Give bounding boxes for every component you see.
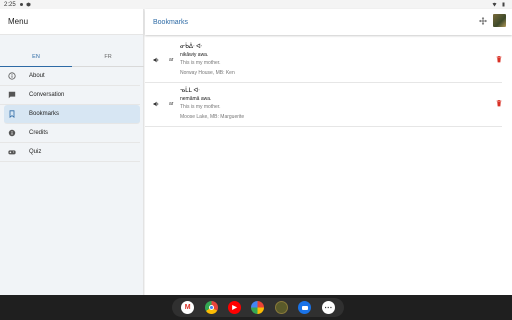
battery-icon xyxy=(502,2,505,7)
sidebar-title: Menu xyxy=(0,9,143,35)
gamepad-icon xyxy=(8,148,16,156)
sidebar: Menu EN FR About Conversation Bookmarks xyxy=(0,9,144,295)
delete-icon[interactable] xyxy=(496,100,502,107)
settings-status-icon xyxy=(19,3,23,6)
sidebar-nav: About Conversation Bookmarks Credits Qui… xyxy=(0,67,144,162)
speaker-icon[interactable] xyxy=(153,57,159,63)
chrome-icon[interactable] xyxy=(204,301,218,314)
bookmark-list: ar ᓂᑳᐄᐧ ᐊᐧ nikâwiy awa. This is my mothe… xyxy=(145,39,512,127)
syllabics-text: ᓀᒫᒪ ᐊᐧ xyxy=(180,88,200,94)
youtube-icon[interactable]: ▶ xyxy=(228,301,242,314)
ipa-label: ar xyxy=(169,101,174,107)
roman-text: nikâwiy awa. xyxy=(180,52,209,58)
roman-text: nemâmâ awa. xyxy=(180,96,212,102)
sidebar-item-conversation[interactable]: Conversation xyxy=(0,86,140,105)
move-icon[interactable] xyxy=(479,16,487,25)
speaker-icon[interactable] xyxy=(153,101,159,107)
language-tabs: EN FR xyxy=(0,51,144,67)
custom-app-icon[interactable] xyxy=(274,301,288,314)
sidebar-item-about[interactable]: About xyxy=(0,67,140,86)
shield-status-icon xyxy=(26,2,31,7)
bookmark-text: ᓀᒫᒪ ᐊᐧ nemâmâ awa. This is my mother. Mo… xyxy=(180,87,244,121)
app-dock: M ▶ ⋯ xyxy=(172,298,344,317)
sidebar-item-label: Conversation xyxy=(29,92,65,98)
main-panel: Bookmarks ar ᓂᑳᐄᐧ ᐊᐧ nikâwiy awa. This i… xyxy=(145,9,512,295)
status-time: 2:25 xyxy=(4,1,16,8)
sidebar-item-label: Credits xyxy=(29,130,49,136)
bookmark-icon xyxy=(8,110,16,118)
avatar[interactable] xyxy=(493,14,506,27)
chat-icon xyxy=(8,91,16,99)
app-drawer-icon[interactable]: ⋯ xyxy=(321,301,335,314)
sidebar-item-credits[interactable]: Credits xyxy=(0,124,140,143)
tab-en[interactable]: EN xyxy=(0,51,72,67)
wifi-icon xyxy=(492,2,497,7)
gmail-icon[interactable]: M xyxy=(181,301,195,314)
status-bar: 2:25 xyxy=(0,0,512,9)
english-text: This is my mother. xyxy=(180,60,221,66)
bookmark-text: ᓂᑳᐄᐧ ᐊᐧ nikâwiy awa. This is my mother. … xyxy=(180,43,235,77)
sidebar-item-label: Bookmarks xyxy=(29,111,60,117)
list-item: ar ᓂᑳᐄᐧ ᐊᐧ nikâwiy awa. This is my mothe… xyxy=(145,39,502,83)
sidebar-item-quiz[interactable]: Quiz xyxy=(0,143,140,162)
speaker-place: Norway House, MB: Ken xyxy=(180,70,235,76)
list-item: ar ᓀᒫᒪ ᐊᐧ nemâmâ awa. This is my mother.… xyxy=(145,83,502,127)
info-outline-icon xyxy=(8,72,16,80)
messages-icon[interactable] xyxy=(298,301,312,314)
photos-icon[interactable] xyxy=(251,301,265,314)
sidebar-item-label: About xyxy=(29,73,45,79)
english-text: This is my mother. xyxy=(180,104,221,110)
sidebar-item-bookmarks[interactable]: Bookmarks xyxy=(4,105,140,124)
speaker-place: Moose Lake, MB: Marguerite xyxy=(180,114,245,120)
delete-icon[interactable] xyxy=(496,56,502,63)
sidebar-item-label: Quiz xyxy=(29,149,42,155)
ipa-label: ar xyxy=(169,57,174,63)
info-filled-icon xyxy=(8,129,16,137)
page-title: Bookmarks xyxy=(153,18,189,26)
main-header: Bookmarks xyxy=(145,9,512,35)
tab-fr[interactable]: FR xyxy=(72,51,144,67)
syllabics-text: ᓂᑳᐄᐧ ᐊᐧ xyxy=(180,44,203,50)
